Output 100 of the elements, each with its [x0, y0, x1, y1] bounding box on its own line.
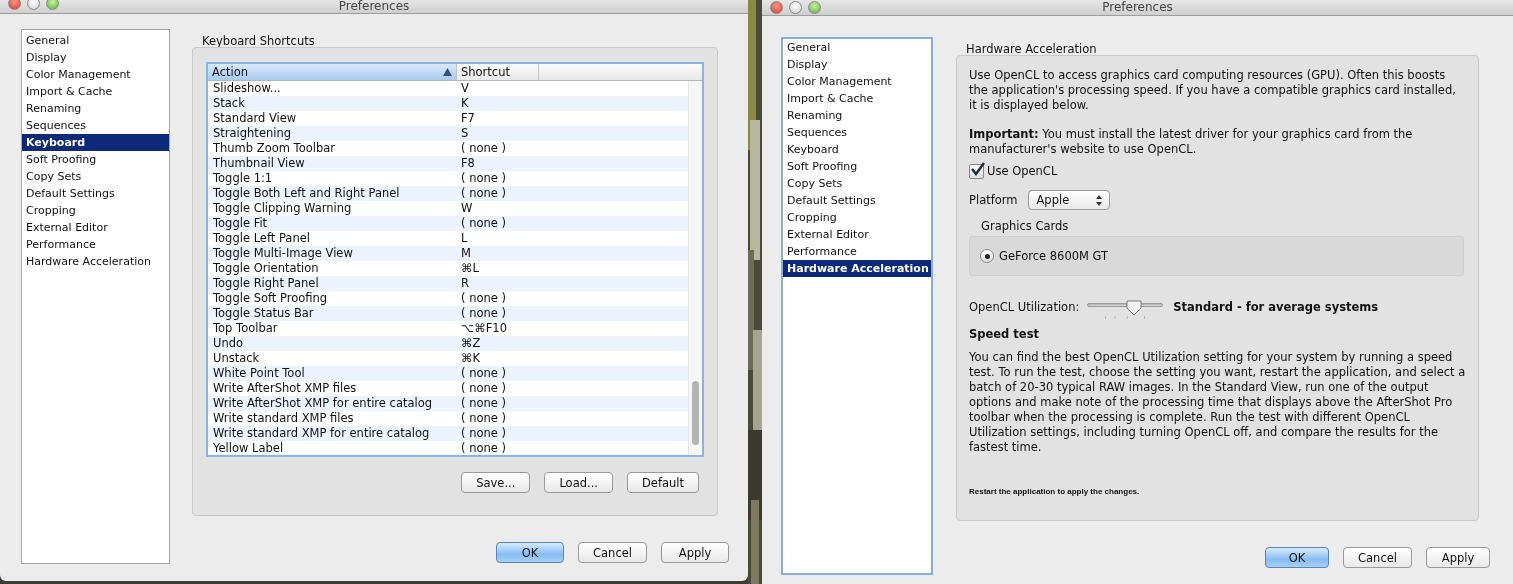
table-cell-text: Write AfterShot XMP files	[212, 381, 358, 396]
table-cell-text: ( none )	[460, 291, 506, 306]
table-cell-text: Unstack	[212, 351, 261, 366]
category-item[interactable]: Display	[783, 56, 931, 73]
scrollbar[interactable]	[688, 81, 702, 455]
category-item[interactable]: Display	[22, 49, 169, 66]
zoom-button[interactable]	[46, 0, 59, 10]
table-cell-text: F8	[460, 156, 475, 171]
category-item[interactable]: Sequences	[22, 117, 169, 134]
scrollbar-thumb[interactable]	[692, 381, 699, 445]
minimize-button[interactable]	[27, 0, 40, 10]
apply-button[interactable]: Apply	[1426, 547, 1490, 568]
apply-button[interactable]: Apply	[661, 542, 729, 563]
category-item[interactable]: Keyboard	[22, 134, 169, 151]
category-item[interactable]: Keyboard	[783, 141, 931, 158]
graphics-card-radio[interactable]: GeForce 8600M GT	[980, 249, 1109, 263]
category-item[interactable]: Default Settings	[783, 192, 931, 209]
category-item[interactable]: Renaming	[22, 100, 169, 117]
updown-arrows-icon	[1095, 194, 1102, 206]
speed-test-text: You can find the best OpenCL Utilization setting for your system by running a speed test. To run the test, choose the setting you want, restart the application, and select a batch of 20-30 typical RAW images. In the Standard View, run one of the output options and make note of the processing time that displays above the AfterShot Pro toolbar when the processing is complete. Run the test with different OpenCL Utilization settings, including turning OpenCL off, and compare the results for the fastest time.	[969, 350, 1466, 455]
category-item[interactable]: Copy Sets	[22, 168, 169, 185]
table-cell-text: F7	[460, 111, 475, 126]
speed-test-heading: Speed test	[969, 327, 1040, 342]
restart-note: Restart the application to apply the changes.	[969, 487, 1141, 496]
category-item[interactable]: Hardware Acceleration	[22, 253, 169, 270]
category-item[interactable]: External Editor	[783, 226, 931, 243]
table-cell-text: W	[460, 201, 473, 216]
category-item[interactable]: Soft Proofing	[783, 158, 931, 175]
use-opencl-checkbox[interactable]: Use OpenCL	[969, 163, 1466, 179]
close-button[interactable]	[770, 1, 783, 14]
category-item[interactable]: Color Management	[783, 73, 931, 90]
table-cell-text: S	[460, 126, 469, 141]
table-cell-text: Toggle Status Bar	[212, 306, 315, 321]
table-cell-text: Slideshow...	[212, 81, 282, 96]
warning-text: Important: You must install the latest driver for your graphics card from the manufacturer's website to use OpenCL.	[969, 127, 1414, 157]
minimize-button[interactable]	[789, 1, 802, 14]
table-cell-text: ( none )	[460, 171, 506, 186]
load-button[interactable]: Load...	[544, 472, 613, 493]
table-cell-text: Thumbnail View	[212, 156, 306, 171]
table-cell-text: Stack	[212, 96, 246, 111]
category-item[interactable]: Performance	[22, 236, 169, 253]
cancel-button[interactable]: Cancel	[1343, 547, 1412, 568]
window-title: Preferences	[1101, 1, 1174, 14]
category-item[interactable]: Hardware Acceleration	[783, 260, 931, 277]
cancel-button[interactable]: Cancel	[578, 542, 647, 563]
table-cell-text: ( none )	[460, 396, 506, 411]
table-cell-text: Thumb Zoom Toolbar	[212, 141, 336, 156]
table-cell-text: V	[460, 81, 469, 96]
table-cell-text: Undo	[212, 336, 245, 351]
checkmark-icon	[970, 161, 985, 176]
table-cell-text: Yellow Label	[212, 441, 285, 455]
table-cell-text: Toggle Left Panel	[212, 231, 311, 246]
category-item[interactable]: Color Management	[22, 66, 169, 83]
column-header[interactable]: Shortcut	[457, 64, 539, 80]
table-cell-text: ⌥⌘F10	[460, 321, 507, 336]
table-cell-text: K	[460, 96, 469, 111]
table-cell-text: ⌘L	[460, 261, 479, 276]
close-button[interactable]	[8, 0, 21, 10]
category-item[interactable]: Cropping	[22, 202, 169, 219]
utilization-reading: Standard - for average systems	[1173, 299, 1379, 316]
category-item[interactable]: Performance	[783, 243, 931, 260]
table-cell-text: Top Toolbar	[212, 321, 279, 336]
category-item[interactable]: Sequences	[783, 124, 931, 141]
table-cell-text: Toggle Fit	[212, 216, 269, 231]
default-button[interactable]: Default	[626, 472, 699, 493]
section-title: Hardware Acceleration	[965, 42, 1098, 56]
table-cell-text: ( none )	[460, 441, 506, 455]
utilization-slider[interactable]	[1087, 298, 1164, 319]
utilization-label: OpenCL Utilization:	[969, 299, 1080, 316]
category-item[interactable]: Import & Cache	[22, 83, 169, 100]
ok-button[interactable]: OK	[496, 542, 565, 563]
table-cell-text: ( none )	[460, 426, 506, 441]
table-cell-text: Toggle Multi-Image View	[212, 246, 354, 261]
platform-dropdown[interactable]: Apple	[1027, 190, 1110, 210]
table-cell-text: ( none )	[460, 411, 506, 426]
category-item[interactable]: General	[783, 39, 931, 56]
table-cell-text: ( none )	[460, 186, 506, 201]
table-cell-text: M	[460, 246, 471, 261]
category-item[interactable]: Import & Cache	[783, 90, 931, 107]
category-item[interactable]: Default Settings	[22, 185, 169, 202]
category-item[interactable]: General	[22, 32, 169, 49]
slider-thumb[interactable]	[1125, 300, 1142, 316]
save-button[interactable]: Save...	[461, 472, 531, 493]
table-cell-text: Toggle Right Panel	[212, 276, 320, 291]
table-cell-text: Standard View	[212, 111, 298, 126]
zoom-button[interactable]	[808, 1, 821, 14]
table-cell-text: Write standard XMP for entire catalog	[212, 426, 431, 441]
category-item[interactable]: Cropping	[783, 209, 931, 226]
ok-button[interactable]: OK	[1265, 547, 1330, 568]
table-cell-text: White Point Tool	[212, 366, 306, 381]
category-item[interactable]: Copy Sets	[783, 175, 931, 192]
table-cell-text: ( none )	[460, 141, 506, 156]
table-cell-text: ( none )	[460, 216, 506, 231]
category-item[interactable]: Soft Proofing	[22, 151, 169, 168]
table-cell-text: ⌘Z	[460, 336, 481, 351]
table-cell-text: ( none )	[460, 381, 506, 396]
category-item[interactable]: Renaming	[783, 107, 931, 124]
table-cell-text: R	[460, 276, 469, 291]
table-cell-text: L	[460, 231, 468, 246]
category-item[interactable]: External Editor	[22, 219, 169, 236]
